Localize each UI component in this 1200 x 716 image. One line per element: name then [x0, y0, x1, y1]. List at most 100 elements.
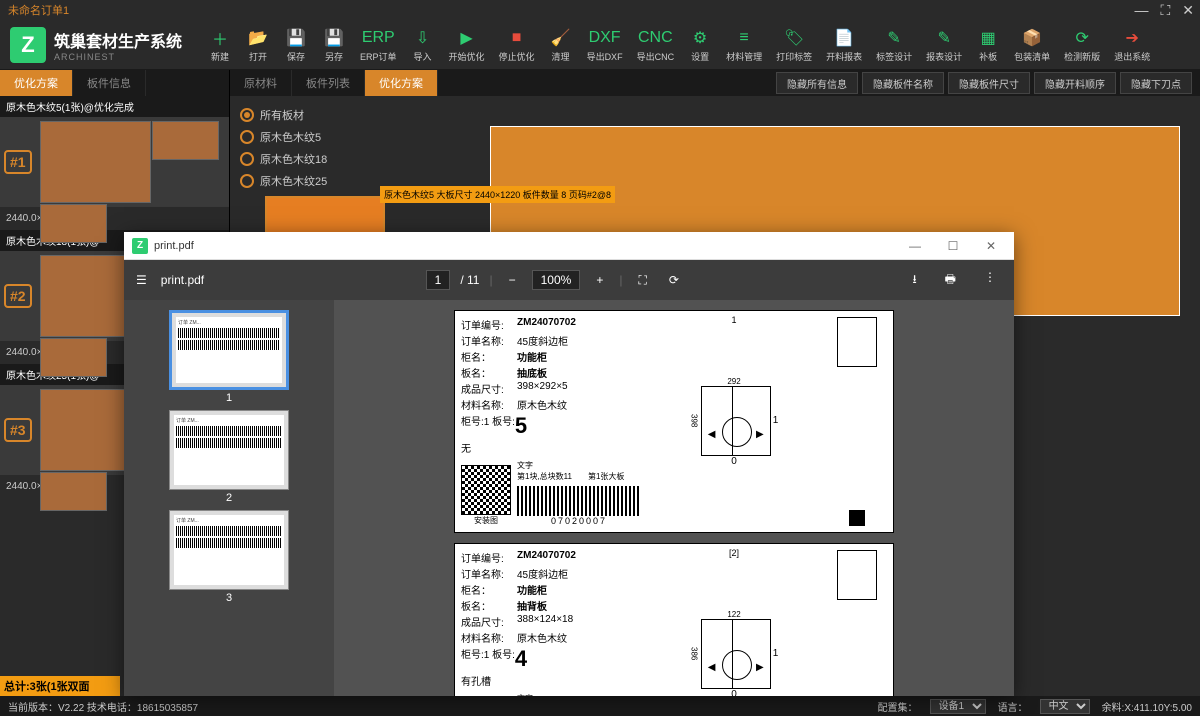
left-tab[interactable]: 优化方案: [0, 70, 73, 96]
pdf-doc-title: print.pdf: [161, 273, 204, 287]
补板-icon: ▦: [977, 27, 999, 49]
开始优化-icon: ▶: [456, 27, 478, 49]
包装清单-icon: 📦: [1021, 27, 1043, 49]
tool-开始优化[interactable]: ▶开始优化: [443, 25, 491, 65]
保存-icon: 💾: [285, 27, 307, 49]
download-icon[interactable]: ⭳: [906, 268, 922, 293]
tool-材料管理[interactable]: ≡材料管理: [720, 25, 768, 65]
zoom-out-button[interactable]: −: [503, 271, 522, 289]
hide-button[interactable]: 隐藏开料顺序: [1034, 72, 1116, 94]
label-card: 订单编号:ZM24070702 订单名称:45度斜边柜 柜名：功能柜 板名：抽背…: [454, 543, 894, 696]
pdf-viewer-window: Z print.pdf — ☐ ✕ ☰ print.pdf 1 / 11 | −…: [124, 232, 1014, 696]
导出CNC-icon: CNC: [644, 27, 666, 49]
print-icon[interactable]: 🖶: [939, 268, 962, 293]
hide-button[interactable]: 隐藏所有信息: [776, 72, 858, 94]
清理-icon: 🧹: [550, 27, 572, 49]
ERP订单-icon: ERP: [367, 27, 389, 49]
position-box: [837, 550, 877, 600]
检测新版-icon: ⟳: [1071, 27, 1093, 49]
label-card: 订单编号:ZM24070702 订单名称:45度斜边柜 柜名：功能柜 板名：抽底…: [454, 310, 894, 533]
退出系统-icon: ➔: [1121, 27, 1143, 49]
sheet-number: #3: [4, 418, 32, 442]
maximize-icon[interactable]: ⛶: [1160, 2, 1170, 19]
material-radio[interactable]: 原木色木纹18: [240, 148, 327, 170]
material-radio[interactable]: 原木色木纹25: [240, 170, 327, 192]
fit-page-icon[interactable]: ⛶: [632, 271, 652, 290]
tool-包装清单[interactable]: 📦包装清单: [1008, 25, 1056, 65]
tool-清理[interactable]: 🧹清理: [543, 25, 579, 65]
tool-补板[interactable]: ▦补板: [970, 25, 1006, 65]
导入-icon: ⇩: [412, 27, 434, 49]
pdf-thumbnail[interactable]: 订单 ZM...: [169, 310, 289, 390]
停止优化-icon: ■: [506, 27, 528, 49]
pdf-close-icon[interactable]: ✕: [976, 239, 1006, 253]
hide-button[interactable]: 隐藏板件名称: [862, 72, 944, 94]
right-tab[interactable]: 原材料: [230, 70, 292, 96]
radio-icon: [240, 174, 254, 188]
zoom-in-button[interactable]: +: [590, 271, 609, 289]
barcode: [517, 486, 641, 516]
hide-button[interactable]: 隐藏板件尺寸: [948, 72, 1030, 94]
window-title: 未命名订单1: [8, 2, 69, 18]
开料报表-icon: 📄: [833, 27, 855, 49]
tool-打印标签[interactable]: 🏷打印标签: [770, 25, 818, 65]
pdf-thumbnail[interactable]: 订单 ZM...: [169, 510, 289, 590]
设置-icon: ⚙: [689, 27, 711, 49]
qr-code: [461, 465, 511, 515]
radio-icon: [240, 108, 254, 122]
app-logo: Z: [10, 27, 46, 63]
tool-检测新版[interactable]: ⟳检测新版: [1058, 25, 1106, 65]
pdf-thumbnail[interactable]: 订单 ZM...: [169, 410, 289, 490]
lang-label: 语言：: [998, 699, 1028, 714]
tool-打开[interactable]: 📂打开: [240, 25, 276, 65]
close-icon[interactable]: ✕: [1182, 2, 1194, 19]
sheet-number: #1: [4, 150, 32, 174]
configset-select[interactable]: 设备1: [930, 699, 986, 714]
part-diagram: ◀▶: [701, 386, 771, 456]
sheet-block[interactable]: 原木色木纹5(1张)@优化完成 #1 2440.0×1220.00 利用: [0, 96, 229, 226]
tool-停止优化[interactable]: ■停止优化: [493, 25, 541, 65]
材料管理-icon: ≡: [733, 27, 755, 49]
right-tab[interactable]: 优化方案: [365, 70, 438, 96]
tool-标签设计[interactable]: ✎标签设计: [870, 25, 918, 65]
right-tab[interactable]: 板件列表: [292, 70, 365, 96]
left-tab[interactable]: 板件信息: [73, 70, 146, 96]
rotate-icon[interactable]: ⟳: [663, 271, 685, 289]
pdf-maximize-icon[interactable]: ☐: [938, 239, 968, 253]
报表设计-icon: ✎: [933, 27, 955, 49]
sheet-tooltip: 原木色木纹5 大板尺寸 2440×1220 板件数量 8 页码#2@8: [380, 186, 615, 203]
tool-设置[interactable]: ⚙设置: [682, 25, 718, 65]
tool-保存[interactable]: 💾保存: [278, 25, 314, 65]
page-current[interactable]: 1: [426, 270, 451, 290]
tool-报表设计[interactable]: ✎报表设计: [920, 25, 968, 65]
material-radio[interactable]: 原木色木纹5: [240, 126, 327, 148]
tool-导出CNC[interactable]: CNC导出CNC: [631, 25, 681, 65]
pdf-app-icon: Z: [132, 238, 148, 254]
more-icon[interactable]: ⋮: [978, 268, 1002, 293]
brand-sub: ARCHINEST: [54, 52, 182, 62]
tool-另存[interactable]: 💾另存: [316, 25, 352, 65]
position-box: [837, 317, 877, 367]
tool-ERP订单[interactable]: ERPERP订单: [354, 25, 403, 65]
tool-退出系统[interactable]: ➔退出系统: [1108, 25, 1156, 65]
hamburger-icon[interactable]: ☰: [136, 273, 147, 287]
pdf-minimize-icon[interactable]: —: [900, 239, 930, 253]
zoom-level[interactable]: 100%: [532, 270, 581, 290]
tool-导出DXF[interactable]: DXF导出DXF: [581, 25, 629, 65]
另存-icon: 💾: [323, 27, 345, 49]
tool-导入[interactable]: ⇩导入: [405, 25, 441, 65]
标签设计-icon: ✎: [883, 27, 905, 49]
sheet-number: #2: [4, 284, 32, 308]
tool-新建[interactable]: ＋新建: [202, 25, 238, 65]
打印标签-icon: 🏷: [783, 27, 805, 49]
lang-select[interactable]: 中文: [1040, 699, 1090, 714]
material-radio[interactable]: 所有板材: [240, 104, 327, 126]
minimize-icon[interactable]: —: [1134, 2, 1148, 19]
page-total: / 11: [460, 273, 479, 287]
summary-bar: 总计:3张(1张双面: [0, 676, 120, 696]
新建-icon: ＋: [209, 27, 231, 49]
tool-开料报表[interactable]: 📄开料报表: [820, 25, 868, 65]
导出DXF-icon: DXF: [594, 27, 616, 49]
hide-button[interactable]: 隐藏下刀点: [1120, 72, 1192, 94]
radio-icon: [240, 130, 254, 144]
